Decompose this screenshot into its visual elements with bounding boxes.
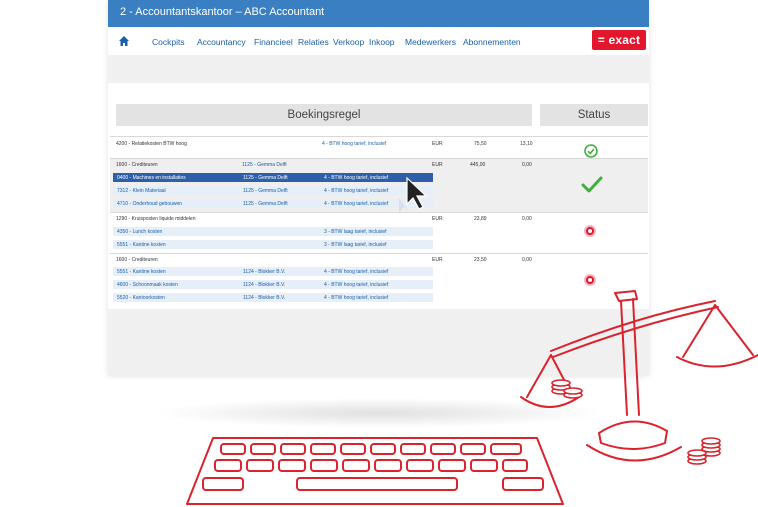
nav-financieel[interactable]: Financieel [254, 37, 293, 47]
line-vat: 4 - BTW hoog tarief, inclusief [324, 294, 389, 301]
column-header-booking: Boekingsregel [116, 104, 532, 126]
line-vat: 4 - BTW hoog tarief, inclusief [324, 200, 389, 207]
group-currency: EUR [432, 216, 443, 222]
booking-line[interactable]: 4710 - Onderhoud gebouwen 1125 - Gemma D… [113, 199, 433, 208]
row-separator [110, 212, 648, 213]
booking-line[interactable]: 5551 - Kantine kosten 3 - BTW laag tarie… [113, 240, 433, 249]
booking-line[interactable]: 4600 - Schoonmaak kosten 1124 - Blokker … [113, 280, 433, 289]
nav-cockpits[interactable]: Cockpits [152, 37, 185, 47]
column-header-status: Status [540, 104, 648, 126]
group-account: 1290 - Kruisposten liquide middelen [116, 216, 196, 222]
nav-medewerkers[interactable]: Medewerkers [405, 37, 456, 47]
line-account: 0400 - Machines en installaties [117, 174, 186, 181]
line-account: 4350 - Lunch kosten [117, 228, 163, 235]
booking-group[interactable]: 1600 - Crediteuren 1125 - Gemma Delft EU… [110, 158, 648, 212]
checkmark-icon [581, 176, 603, 193]
group-amount: 75,50 [474, 141, 487, 147]
booking-line[interactable]: 5551 - Kantine kosten 1124 - Blokker B.V… [113, 267, 433, 276]
group-currency: EUR [432, 257, 443, 263]
line-account: 5551 - Kantine kosten [117, 241, 166, 248]
line-vat: 3 - BTW laag tarief, inclusief [324, 228, 387, 235]
group-vat-amount: 13,10 [520, 141, 533, 147]
group-amount: 445,00 [470, 162, 486, 168]
line-vat: 4 - BTW hoog tarief, inclusief [324, 174, 389, 181]
line-relation: 1125 - Gemma Delft [243, 200, 288, 207]
line-relation: 1124 - Blokker B.V. [243, 294, 286, 301]
keyboard-illustration [186, 437, 564, 505]
group-currency: EUR [432, 162, 443, 168]
nav-relaties[interactable]: Relaties [298, 37, 329, 47]
cursor-icon [399, 176, 428, 212]
exact-logo[interactable]: = exact [592, 30, 646, 50]
status-error-icon [584, 225, 596, 237]
home-icon[interactable] [118, 35, 130, 47]
group-amount: 23,89 [474, 216, 487, 222]
group-account: 4200 - Relatiekosten BTW hoog [116, 141, 187, 147]
booking-line-selected[interactable]: 0400 - Machines en installaties 1125 - G… [113, 173, 433, 182]
line-vat: 3 - BTW laag tarief, inclusief [324, 241, 387, 248]
booking-group[interactable]: 4200 - Relatiekosten BTW hoog 4 - BTW ho… [110, 136, 648, 158]
booking-line[interactable]: 5520 - Kantoorkosten 1124 - Blokker B.V.… [113, 293, 433, 302]
line-account: 7312 - Klein Materiaal [117, 187, 166, 194]
booking-group[interactable]: 1290 - Kruisposten liquide middelen EUR … [110, 212, 648, 253]
group-vat-amount: 0,00 [522, 162, 532, 168]
line-relation: 1124 - Blokker B.V. [243, 281, 286, 288]
status-ok-icon [584, 144, 598, 158]
window-title: 2 - Accountantskantoor – ABC Accountant [108, 0, 649, 27]
line-vat: 4 - BTW hoog tarief, inclusief [324, 268, 389, 275]
line-vat: 4 - BTW hoog tarief, inclusief [324, 187, 389, 194]
group-relation: 1125 - Gemma Delft [242, 162, 287, 168]
row-separator [110, 158, 648, 159]
line-relation: 1125 - Gemma Delft [243, 187, 288, 194]
line-relation: 1125 - Gemma Delft [243, 174, 288, 181]
line-account: 4600 - Schoonmaak kosten [117, 281, 178, 288]
group-amount: 23,50 [474, 257, 487, 263]
group-account: 1600 - Crediteuren [116, 162, 158, 168]
booking-line[interactable]: 7312 - Klein Materiaal 1125 - Gemma Delf… [113, 186, 433, 195]
nav-inkoop[interactable]: Inkoop [369, 37, 395, 47]
row-separator [110, 136, 648, 137]
line-relation: 1124 - Blokker B.V. [243, 268, 286, 275]
toolbar-band [108, 55, 649, 83]
group-currency: EUR [432, 141, 443, 147]
nav-accountancy[interactable]: Accountancy [197, 37, 246, 47]
line-account: 5520 - Kantoorkosten [117, 294, 165, 301]
line-account: 4710 - Onderhoud gebouwen [117, 200, 183, 207]
nav-verkoop[interactable]: Verkoop [333, 37, 364, 47]
group-account: 1600 - Crediteuren [116, 257, 158, 263]
main-nav: Cockpits Accountancy Financieel Relaties… [108, 27, 649, 55]
nav-abonnementen[interactable]: Abonnementen [463, 37, 521, 47]
group-vat-amount: 0,00 [522, 257, 532, 263]
group-vat: 4 - BTW hoog tarief, inclusief [322, 141, 387, 147]
booking-line[interactable]: 4350 - Lunch kosten 3 - BTW laag tarief,… [113, 227, 433, 236]
line-vat: 4 - BTW hoog tarief, inclusief [324, 281, 389, 288]
row-separator [110, 253, 648, 254]
group-vat-amount: 0,00 [522, 216, 532, 222]
line-account: 5551 - Kantine kosten [117, 268, 166, 275]
